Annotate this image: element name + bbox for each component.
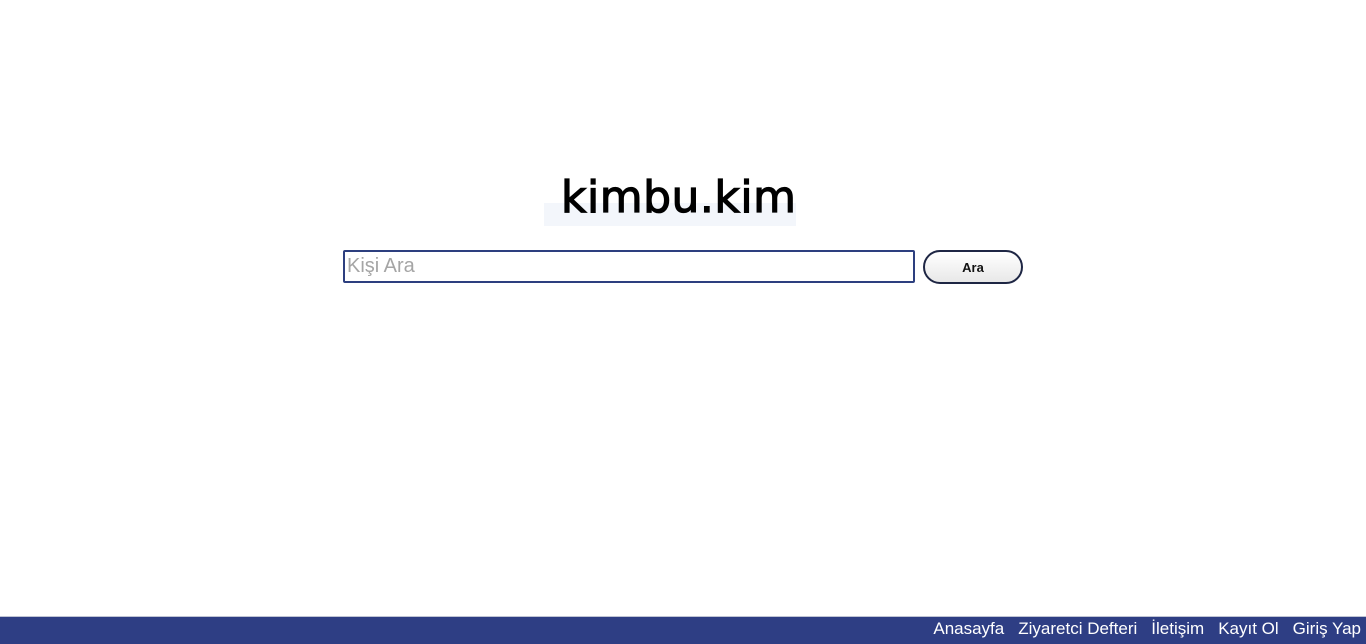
footer-link-register[interactable]: Kayıt Ol — [1218, 619, 1278, 639]
logo-area[interactable]: kimbu.kim — [544, 172, 824, 228]
site-logo[interactable]: kimbu.kim — [560, 173, 796, 222]
search-button[interactable]: Ara — [923, 250, 1023, 284]
footer-link-contact[interactable]: İletişim — [1151, 619, 1204, 639]
page: kimbu.kim Ara Anasayfa Ziyaretci Defteri… — [0, 0, 1366, 644]
footer-link-login[interactable]: Giriş Yap — [1293, 619, 1361, 639]
search-input[interactable] — [343, 250, 915, 283]
footer-nav: Anasayfa Ziyaretci Defteri İletişim Kayı… — [933, 619, 1361, 639]
footer-link-home[interactable]: Anasayfa — [933, 619, 1004, 639]
footer-bar: Anasayfa Ziyaretci Defteri İletişim Kayı… — [0, 616, 1366, 644]
footer-link-guestbook[interactable]: Ziyaretci Defteri — [1018, 619, 1137, 639]
